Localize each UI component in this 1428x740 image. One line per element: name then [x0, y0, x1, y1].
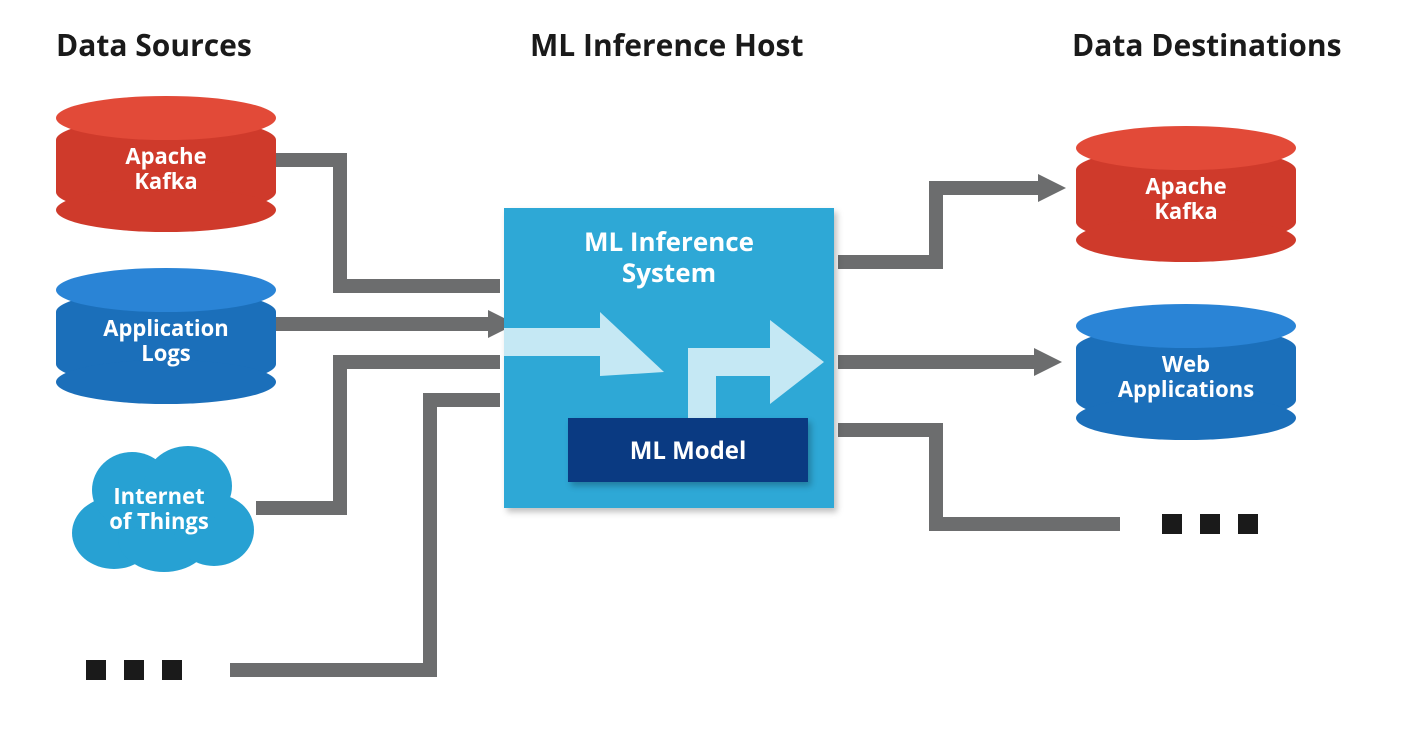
source-app-logs-label: ApplicationLogs — [103, 310, 228, 367]
ml-model-box: ML Model — [568, 418, 808, 482]
diagram-stage: Data Sources ML Inference Host Data Dest… — [0, 0, 1428, 740]
dest-web-apps-label: WebApplications — [1118, 346, 1254, 403]
ml-model-label: ML Model — [630, 434, 747, 467]
source-app-logs: ApplicationLogs — [56, 290, 276, 386]
dest-web-apps: WebApplications — [1076, 326, 1296, 422]
ml-inference-host-box: ML InferenceSystem ML Model — [504, 208, 834, 508]
heading-destinations: Data Destinations — [1072, 24, 1342, 65]
dest-kafka: ApacheKafka — [1076, 148, 1296, 244]
heading-sources: Data Sources — [56, 24, 252, 65]
heading-host: ML Inference Host — [530, 24, 804, 65]
destinations-more-icon — [1162, 514, 1258, 534]
source-iot-label: Internetof Things — [54, 484, 264, 535]
source-iot: Internetof Things — [54, 438, 264, 568]
sources-more-icon — [86, 660, 182, 680]
dest-kafka-label: ApacheKafka — [1145, 168, 1226, 225]
source-kafka-label: ApacheKafka — [125, 138, 206, 195]
source-kafka: ApacheKafka — [56, 118, 276, 214]
